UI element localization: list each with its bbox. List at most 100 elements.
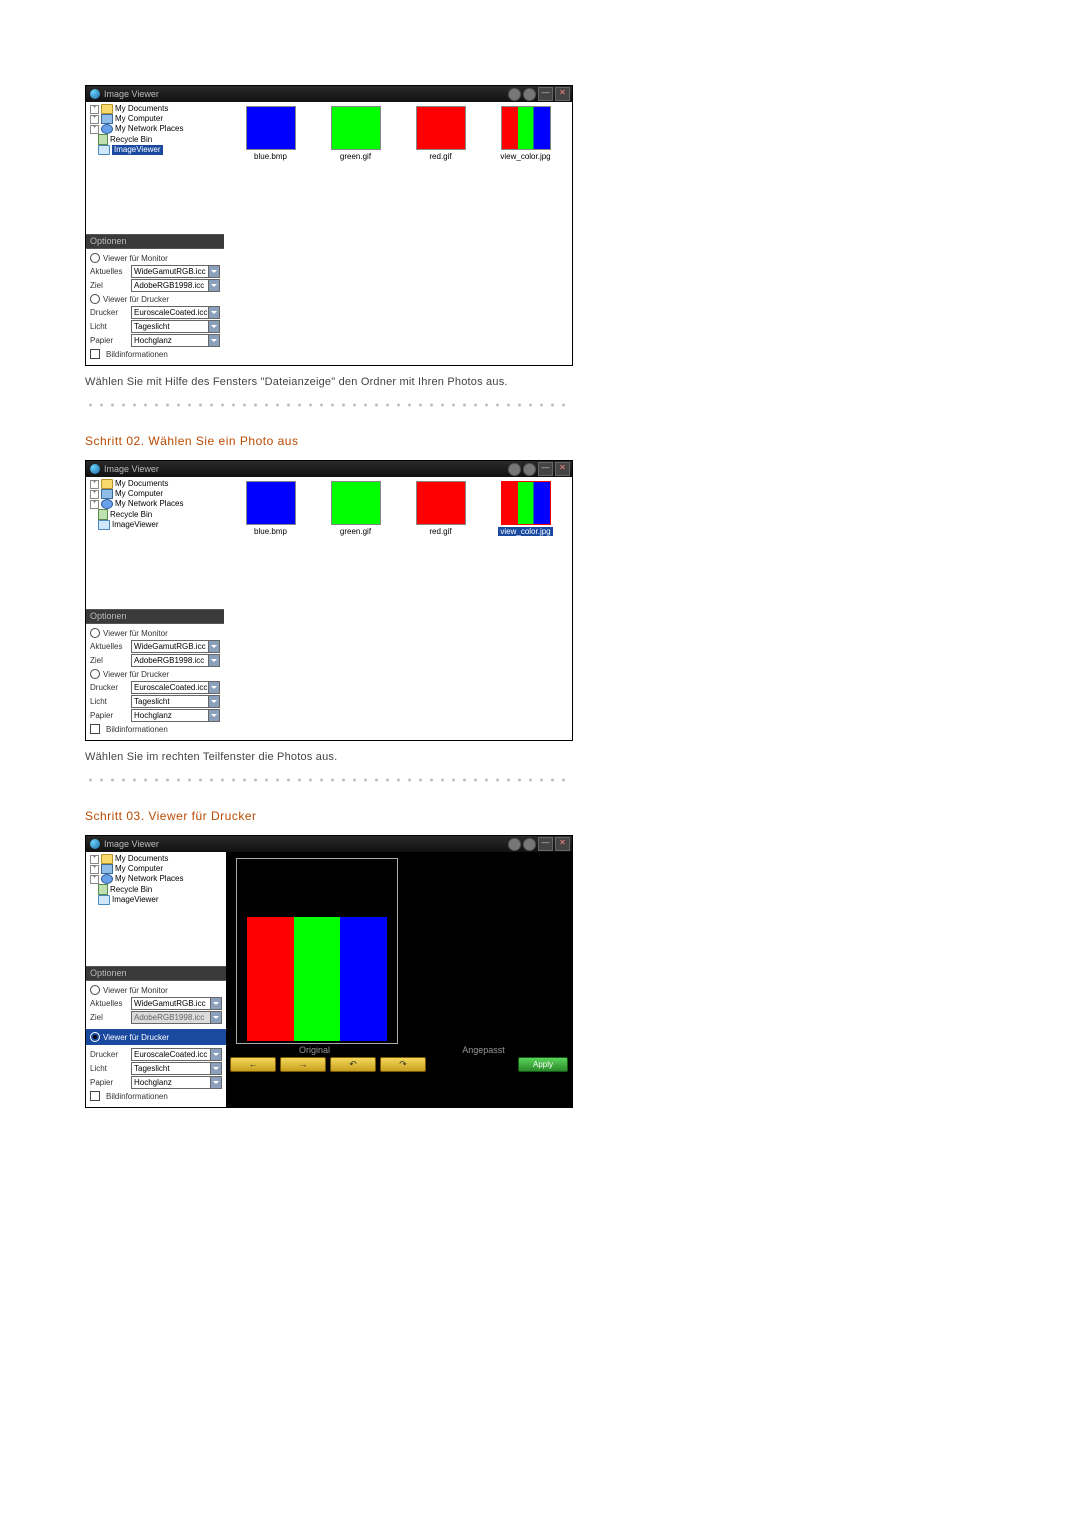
caption-2: Wählen Sie im rechten Teilfenster die Ph…: [85, 751, 995, 763]
folder-tree[interactable]: +My Documents +My Computer +My Network P…: [86, 102, 224, 234]
radio-viewer-monitor[interactable]: Viewer für Monitor: [90, 985, 222, 995]
checkbox-icon: [90, 349, 100, 359]
dropdown-drucker[interactable]: EuroscaleCoated.icc: [131, 1048, 222, 1061]
thumbnail-pane[interactable]: blue.bmp green.gif red.gif view_color.jp…: [224, 102, 572, 365]
chevron-down-icon[interactable]: [208, 710, 219, 721]
image-viewer-window-1: Image Viewer — ✕ +My Documents +My Compu…: [85, 85, 573, 366]
recycle-bin-icon: [98, 884, 108, 895]
dropdown-licht[interactable]: Tageslicht: [131, 695, 220, 708]
caption-1: Wählen Sie mit Hilfe des Fensters "Datei…: [85, 376, 995, 388]
chevron-down-icon[interactable]: [210, 1049, 221, 1060]
thumb-swatch: [501, 106, 551, 150]
folder-icon: [101, 104, 113, 114]
chevron-down-icon[interactable]: [208, 696, 219, 707]
rotate-left-button[interactable]: ↶: [330, 1057, 376, 1072]
radio-viewer-drucker[interactable]: Viewer für Drucker: [90, 669, 220, 679]
rotate-right-button[interactable]: ↷: [380, 1057, 426, 1072]
chevron-down-icon[interactable]: [208, 280, 219, 291]
dropdown-papier[interactable]: Hochglanz: [131, 1076, 222, 1089]
close-button[interactable]: ✕: [555, 87, 570, 101]
radio-viewer-monitor[interactable]: Viewer für Monitor: [90, 253, 220, 263]
prev-button[interactable]: ←: [230, 1057, 276, 1072]
thumb-red[interactable]: red.gif: [398, 106, 483, 161]
chevron-down-icon: [210, 1012, 221, 1023]
checkbox-bildinfo[interactable]: Bildinformationen: [90, 1091, 222, 1101]
minimize-button[interactable]: —: [538, 462, 553, 476]
expand-icon[interactable]: +: [90, 490, 99, 499]
titlebar-round-button-1[interactable]: [508, 838, 521, 851]
expand-icon[interactable]: +: [90, 865, 99, 874]
titlebar-round-button-1[interactable]: [508, 88, 521, 101]
rotate-left-icon: ↶: [349, 1059, 357, 1070]
titlebar-round-button-2[interactable]: [523, 88, 536, 101]
dropdown-aktuelles[interactable]: WideGamutRGB.icc: [131, 265, 220, 278]
radio-viewer-monitor[interactable]: Viewer für Monitor: [90, 628, 220, 638]
dropdown-papier[interactable]: Hochglanz: [131, 334, 220, 347]
next-button[interactable]: →: [280, 1057, 326, 1072]
chevron-down-icon[interactable]: [208, 307, 219, 318]
chevron-down-icon[interactable]: [208, 655, 219, 666]
dropdown-drucker[interactable]: EuroscaleCoated.icc: [131, 306, 220, 319]
computer-icon: [101, 114, 113, 124]
thumb-swatch: [246, 106, 296, 150]
thumb-viewcolor[interactable]: view_color.jpg: [483, 106, 568, 161]
expand-icon[interactable]: +: [90, 875, 99, 884]
thumb-swatch: [246, 481, 296, 525]
dropdown-licht[interactable]: Tageslicht: [131, 1062, 222, 1075]
window-titlebar[interactable]: Image Viewer — ✕: [86, 86, 572, 102]
thumb-green[interactable]: green.gif: [313, 106, 398, 161]
rotate-right-icon: ↷: [399, 1059, 407, 1070]
expand-icon[interactable]: +: [90, 855, 99, 864]
close-button[interactable]: ✕: [555, 837, 570, 851]
window-titlebar[interactable]: Image Viewer — ✕: [86, 836, 572, 852]
recycle-bin-icon: [98, 509, 108, 520]
checkbox-bildinfo[interactable]: Bildinformationen: [90, 349, 220, 359]
thumb-red[interactable]: red.gif: [398, 481, 483, 536]
dropdown-ziel[interactable]: AdobeRGB1998.icc: [131, 279, 220, 292]
dropdown-aktuelles[interactable]: WideGamutRGB.icc: [131, 997, 222, 1010]
minimize-button[interactable]: —: [538, 837, 553, 851]
dropdown-papier[interactable]: Hochglanz: [131, 709, 220, 722]
folder-tree[interactable]: +My Documents +My Computer +My Network P…: [86, 852, 226, 966]
checkbox-bildinfo[interactable]: Bildinformationen: [90, 724, 220, 734]
options-header: Optionen: [86, 966, 226, 981]
window-titlebar[interactable]: Image Viewer — ✕: [86, 461, 572, 477]
chevron-down-icon[interactable]: [208, 335, 219, 346]
dropdown-aktuelles[interactable]: WideGamutRGB.icc: [131, 640, 220, 653]
folder-icon: [101, 854, 113, 864]
section-divider: [85, 777, 565, 783]
chevron-down-icon[interactable]: [208, 641, 219, 652]
close-button[interactable]: ✕: [555, 462, 570, 476]
chevron-down-icon[interactable]: [210, 998, 221, 1009]
radio-viewer-drucker[interactable]: Viewer für Drucker: [90, 1032, 222, 1042]
chevron-down-icon[interactable]: [208, 266, 219, 277]
apply-button[interactable]: Apply: [518, 1057, 568, 1072]
chevron-down-icon[interactable]: [210, 1063, 221, 1074]
chevron-down-icon[interactable]: [208, 682, 219, 693]
radio-icon: [90, 294, 100, 304]
folder-tree[interactable]: +My Documents +My Computer +My Network P…: [86, 477, 224, 609]
chevron-down-icon[interactable]: [210, 1077, 221, 1088]
expand-icon[interactable]: +: [90, 105, 99, 114]
thumb-viewcolor[interactable]: view_color.jpg: [483, 481, 568, 536]
dropdown-ziel[interactable]: AdobeRGB1998.icc: [131, 654, 220, 667]
radio-icon: [90, 669, 100, 679]
recycle-bin-icon: [98, 134, 108, 145]
thumbnail-pane[interactable]: blue.bmp green.gif red.gif view_color.jp…: [224, 477, 572, 740]
radio-viewer-drucker[interactable]: Viewer für Drucker: [90, 294, 220, 304]
minimize-button[interactable]: —: [538, 87, 553, 101]
expand-icon[interactable]: +: [90, 480, 99, 489]
chevron-down-icon[interactable]: [208, 321, 219, 332]
titlebar-round-button-2[interactable]: [523, 463, 536, 476]
section-divider: [85, 402, 565, 408]
dropdown-licht[interactable]: Tageslicht: [131, 320, 220, 333]
thumb-green[interactable]: green.gif: [313, 481, 398, 536]
thumb-blue[interactable]: blue.bmp: [228, 481, 313, 536]
thumb-blue[interactable]: blue.bmp: [228, 106, 313, 161]
expand-icon[interactable]: +: [90, 500, 99, 509]
dropdown-drucker[interactable]: EuroscaleCoated.icc: [131, 681, 220, 694]
titlebar-round-button-2[interactable]: [523, 838, 536, 851]
expand-icon[interactable]: +: [90, 115, 99, 124]
expand-icon[interactable]: +: [90, 125, 99, 134]
titlebar-round-button-1[interactable]: [508, 463, 521, 476]
